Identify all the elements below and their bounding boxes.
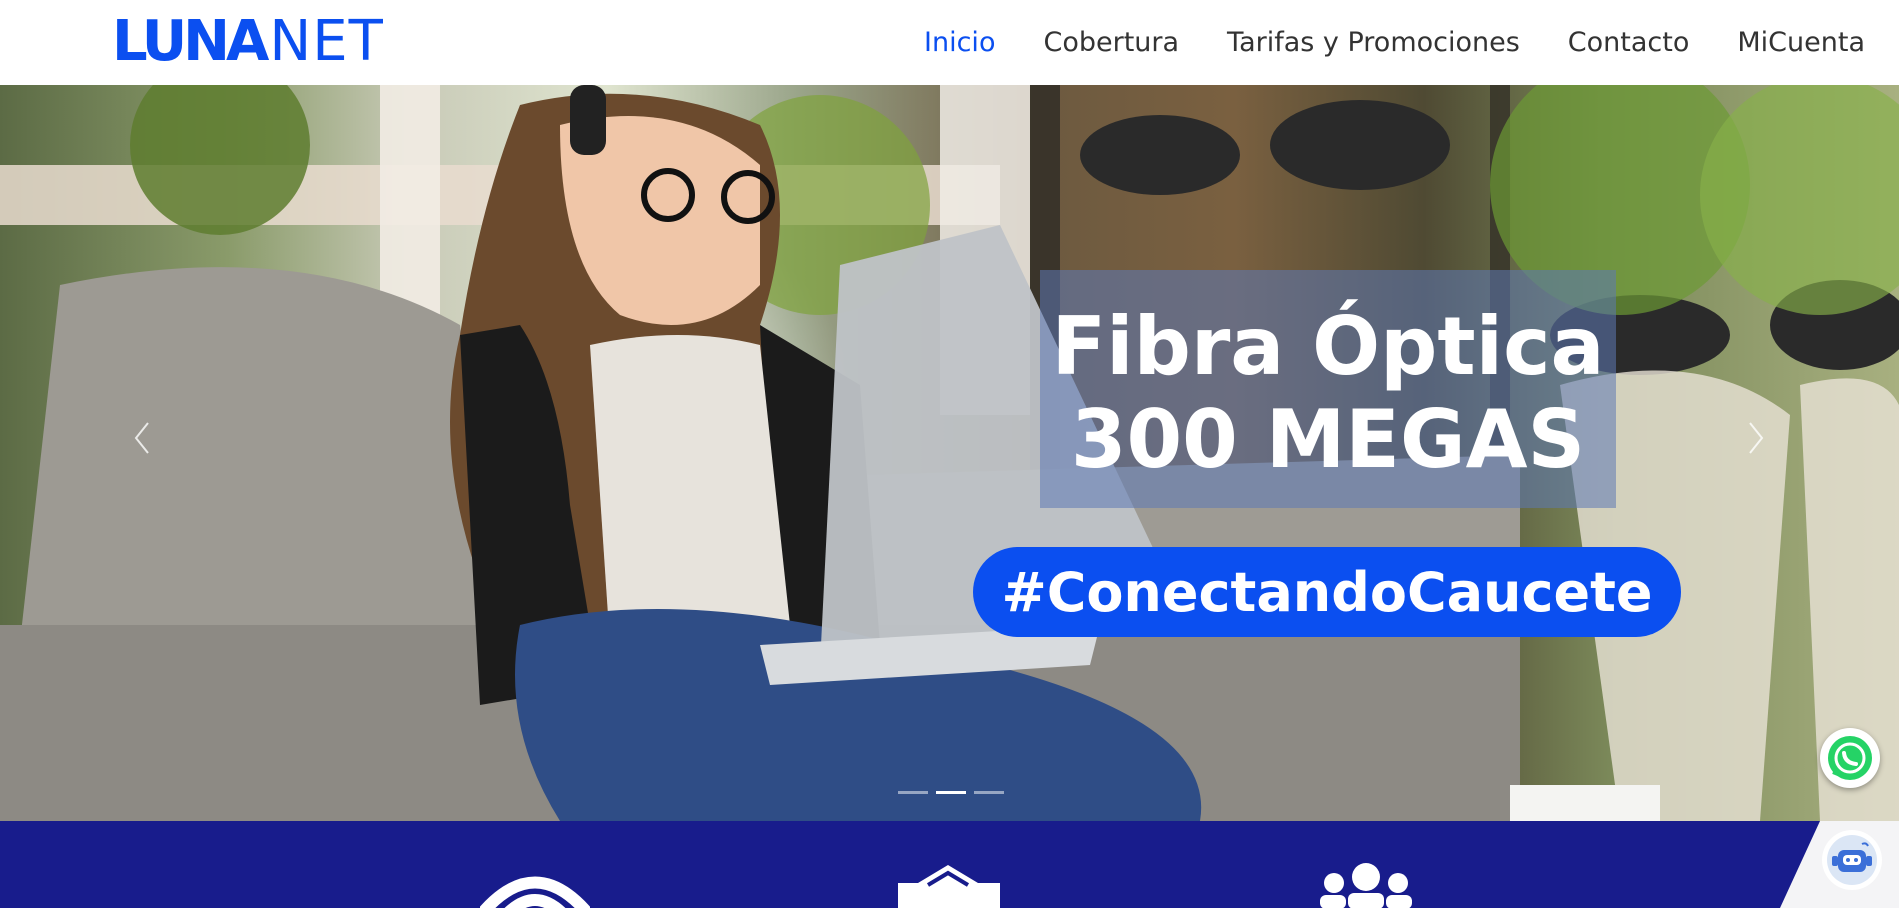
nav-item-micuenta[interactable]: MiCuenta [1737,27,1865,58]
people-icon [1320,863,1412,909]
whatsapp-icon [1828,736,1872,780]
nav-item-inicio[interactable]: Inicio [924,27,995,58]
chatbot-button[interactable] [1822,830,1882,890]
chatbot-icon [1827,835,1877,885]
hero-title-line2: 300 MEGAS [1070,393,1586,486]
nav-item-cobertura[interactable]: Cobertura [1043,27,1179,58]
nav-item-tarifas[interactable]: Tarifas y Promociones [1227,27,1520,58]
main-nav: Inicio Cobertura Tarifas y Promociones C… [876,0,1865,85]
carousel-indicator-1[interactable] [898,791,928,794]
features-band [0,821,1899,915]
nav-item-contacto[interactable]: Contacto [1568,27,1690,58]
whatsapp-button[interactable] [1820,728,1880,788]
carousel-indicator-2[interactable] [936,791,966,794]
logo-text-thin: NET [269,9,384,74]
carousel-prev-button[interactable] [126,415,156,461]
chevron-left-icon [134,422,149,454]
lunanet-logo[interactable]: LUNA NET [112,12,384,72]
chevron-right-icon [1749,422,1764,454]
carousel-indicators [898,791,1004,794]
site-header: LUNA NET Inicio Cobertura Tarifas y Prom… [0,0,1899,85]
hero-title-line1: Fibra Óptica [1051,300,1605,393]
carousel-indicator-3[interactable] [974,791,1004,794]
carousel-next-button[interactable] [1742,415,1772,461]
hero-carousel: Fibra Óptica 300 MEGAS #ConectandoCaucet… [0,85,1899,821]
hero-hashtag-pill: #ConectandoCaucete [973,547,1681,637]
handshake-icon [898,865,1000,909]
logo-text-bold: LUNA [112,9,269,74]
